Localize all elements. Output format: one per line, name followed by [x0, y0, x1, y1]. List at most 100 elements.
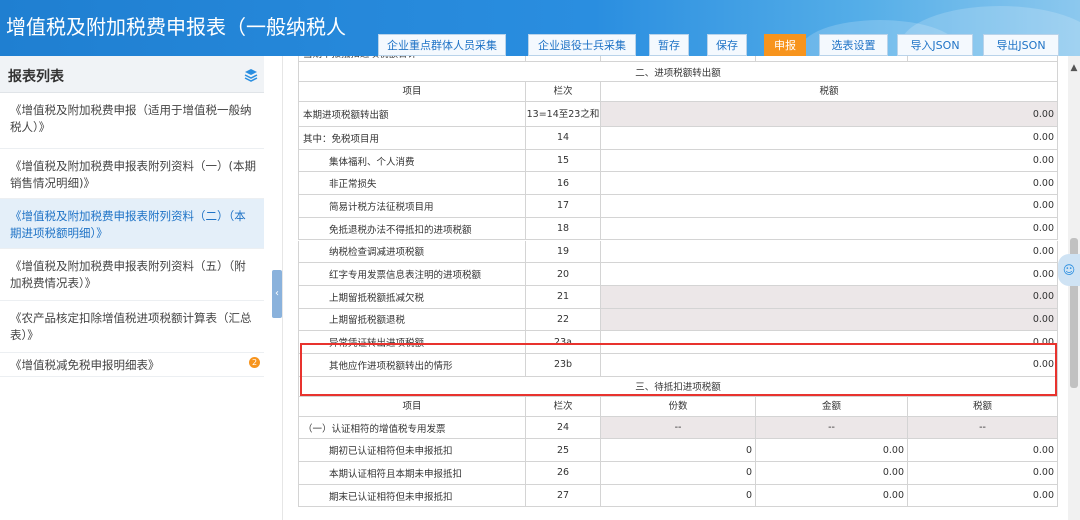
column-header: 税额 — [601, 82, 1058, 102]
amount-input[interactable]: 0.00 — [756, 462, 908, 485]
toolbar-button[interactable]: 申报 — [764, 34, 806, 56]
sidebar-item[interactable]: 《农产品核定扣除增值税进项税额计算表（汇总表）》 — [0, 301, 264, 353]
tax-amount-input[interactable]: 0.00 — [601, 127, 1058, 150]
column-header: 金额 — [756, 396, 908, 417]
amount-input: -- — [756, 416, 908, 440]
row-label: 上期留抵税额退税 — [298, 308, 526, 332]
sidebar-item-label: 《增值税减免税申报明细表》 — [10, 358, 160, 372]
tax-input[interactable]: 0.00 — [908, 462, 1058, 485]
table-header-row: 项目 栏次 份数 金额 税额 — [298, 396, 1058, 417]
table-row: 异常凭证转出进项税额 23a 0.00 — [298, 331, 1058, 354]
tax-amount-input: 0.00 — [601, 102, 1058, 127]
tax-input[interactable]: 0.00 — [908, 484, 1058, 508]
row-label: 集体福利、个人消费 — [298, 149, 526, 173]
row-label: 本期认证相符且本期未申报抵扣 — [298, 462, 526, 485]
table-row: 本期认证相符且本期未申报抵扣 26 0 0.00 0.00 — [298, 462, 1058, 485]
row-label: 红字专用发票信息表注明的进项税额 — [298, 263, 526, 286]
tax-input: -- — [908, 416, 1058, 440]
row-column-no: 22 — [526, 308, 601, 332]
sidebar-item[interactable]: 《增值税及附加税费申报表附列资料（二）（本期进项税额明细）》 — [0, 199, 264, 249]
column-header: 栏次 — [526, 82, 601, 102]
row-column-no: 19 — [526, 240, 601, 264]
table-row: 免抵退税办法不得抵扣的进项税额 18 0.00 — [298, 217, 1058, 241]
scroll-up-arrow-icon[interactable]: ▲ — [1068, 62, 1080, 74]
toolbar-button[interactable]: 企业退役士兵采集 — [528, 34, 636, 56]
row-label: 本期进项税额转出额 — [298, 102, 526, 127]
table-row: 其他应作进项税额转出的情形 23b 0.00 — [298, 354, 1058, 377]
row-label: 简易计税方法征税项目用 — [298, 195, 526, 218]
row-label: 异常凭证转出进项税额 — [298, 331, 526, 354]
amount-input[interactable]: 0.00 — [756, 484, 908, 508]
sidebar-item-label: 《增值税及附加税费申报表附列资料（一）(本期销售情况明细)》 — [10, 159, 256, 190]
table-row: 红字专用发票信息表注明的进项税额 20 0.00 — [298, 263, 1058, 286]
app-title: 增值税及附加税费申报表（一般纳税人 — [6, 15, 346, 39]
count-input[interactable]: 0 — [601, 484, 756, 508]
tax-amount-input[interactable]: 0.00 — [601, 331, 1058, 354]
toolbar-button[interactable]: 企业重点群体人员采集 — [378, 34, 506, 56]
column-header: 份数 — [601, 396, 756, 417]
report-table: 当期申报抵扣进项税额合计12=1+4+1100.000.00二、进项税额转出额项… — [298, 56, 1058, 520]
toolbar-button[interactable]: 导出JSON — [983, 34, 1059, 56]
tax-amount-input[interactable]: 0.00 — [601, 240, 1058, 264]
row-column-no: 23a — [526, 331, 601, 354]
table-row: 纳税检查调减进项税额 19 0.00 — [298, 240, 1058, 264]
row-label: （一）认证相符的增值税专用发票 — [298, 416, 526, 440]
layers-icon[interactable] — [244, 68, 258, 82]
sidebar-item-label: 《增值税及附加税费申报表附列资料（二）（本期进项税额明细）》 — [10, 209, 246, 240]
amount-input[interactable]: 0.00 — [756, 439, 908, 463]
section-title: 三、待抵扣进项税额 — [298, 376, 1058, 397]
table-row: （一）认证相符的增值税专用发票 24 -- -- -- — [298, 416, 1058, 440]
column-header: 项目 — [298, 396, 526, 417]
row-column-no: 15 — [526, 149, 601, 173]
row-label: 纳税检查调减进项税额 — [298, 240, 526, 264]
row-label: 期末已认证相符但未申报抵扣 — [298, 484, 526, 508]
row-column-no: 23b — [526, 354, 601, 377]
sidebar-item[interactable]: 《增值税及附加税费申报表附列资料（一）(本期销售情况明细)》 — [0, 149, 264, 199]
sidebar-item-label: 《增值税及附加税费申报（适用于增值税一般纳税人）》 — [10, 103, 252, 134]
row-label: 其他应作进项税额转出的情形 — [298, 354, 526, 377]
sidebar-item[interactable]: 《增值税及附加税费申报表附列资料（五）（附加税费情况表）》 — [0, 249, 264, 301]
column-header: 项目 — [298, 82, 526, 102]
table-header-row: 项目 栏次 税额 — [298, 82, 1058, 102]
row-column-no: 16 — [526, 172, 601, 196]
row-column-no: 17 — [526, 195, 601, 218]
toolbar-button[interactable]: 选表设置 — [819, 34, 888, 56]
tax-amount-input[interactable]: 0.00 — [601, 354, 1058, 377]
tax-amount-input[interactable]: 0.00 — [601, 263, 1058, 286]
section-title-row: 二、进项税额转出额 — [298, 62, 1058, 82]
tax-amount-input[interactable]: 0.00 — [601, 195, 1058, 218]
tax-amount-input: 0.00 — [601, 308, 1058, 332]
table-row: 期初已认证相符但未申报抵扣 25 0 0.00 0.00 — [298, 439, 1058, 463]
sidebar-item[interactable]: 《增值税及附加税费申报（适用于增值税一般纳税人）》 — [0, 93, 264, 149]
row-column-no: 18 — [526, 217, 601, 241]
tax-amount-input[interactable]: 0.00 — [601, 149, 1058, 173]
sidebar-item[interactable]: 《增值税减免税申报明细表》 2 — [0, 353, 264, 377]
tax-amount-input[interactable]: 0.00 — [601, 172, 1058, 196]
row-column-no: 24 — [526, 416, 601, 440]
sidebar-collapse-button[interactable]: ‹ — [272, 270, 282, 318]
tax-input[interactable]: 0.00 — [908, 439, 1058, 463]
toolbar-button[interactable]: 保存 — [707, 34, 747, 56]
table-row: 非正常损失 16 0.00 — [298, 172, 1058, 196]
count-input[interactable]: 0 — [601, 439, 756, 463]
customer-service-icon[interactable]: ☺ — [1058, 254, 1080, 286]
toolbar-button[interactable]: 暂存 — [649, 34, 689, 56]
toolbar-button[interactable]: 导入JSON — [897, 34, 973, 56]
sidebar-item-label: 《农产品核定扣除增值税进项税额计算表（汇总表）》 — [10, 311, 252, 342]
count-input[interactable]: 0 — [601, 462, 756, 485]
row-column-no: 21 — [526, 285, 601, 309]
scrollbar[interactable]: ▲ — [1068, 56, 1080, 520]
row-label: 免抵退税办法不得抵扣的进项税额 — [298, 217, 526, 241]
table-row: 本期进项税额转出额 13=14至23之和 0.00 — [298, 102, 1058, 127]
sidebar-title: 报表列表 — [8, 69, 64, 85]
sidebar-item-label: 《增值税及附加税费申报表附列资料（五）（附加税费情况表）》 — [10, 259, 246, 290]
column-header: 税额 — [908, 396, 1058, 417]
row-column-no: 27 — [526, 484, 601, 508]
tax-amount-input: 0.00 — [601, 285, 1058, 309]
tax-amount-input[interactable]: 0.00 — [601, 217, 1058, 241]
row-column-no: 14 — [526, 127, 601, 150]
section-title: 二、进项税额转出额 — [298, 62, 1058, 82]
sidebar: 报表列表 《增值税及附加税费申报（适用于增值税一般纳税人）》 《增值税及附加税费申… — [0, 56, 264, 520]
table-row: 上期留抵税额退税 22 0.00 — [298, 308, 1058, 332]
sidebar-divider — [282, 56, 283, 520]
